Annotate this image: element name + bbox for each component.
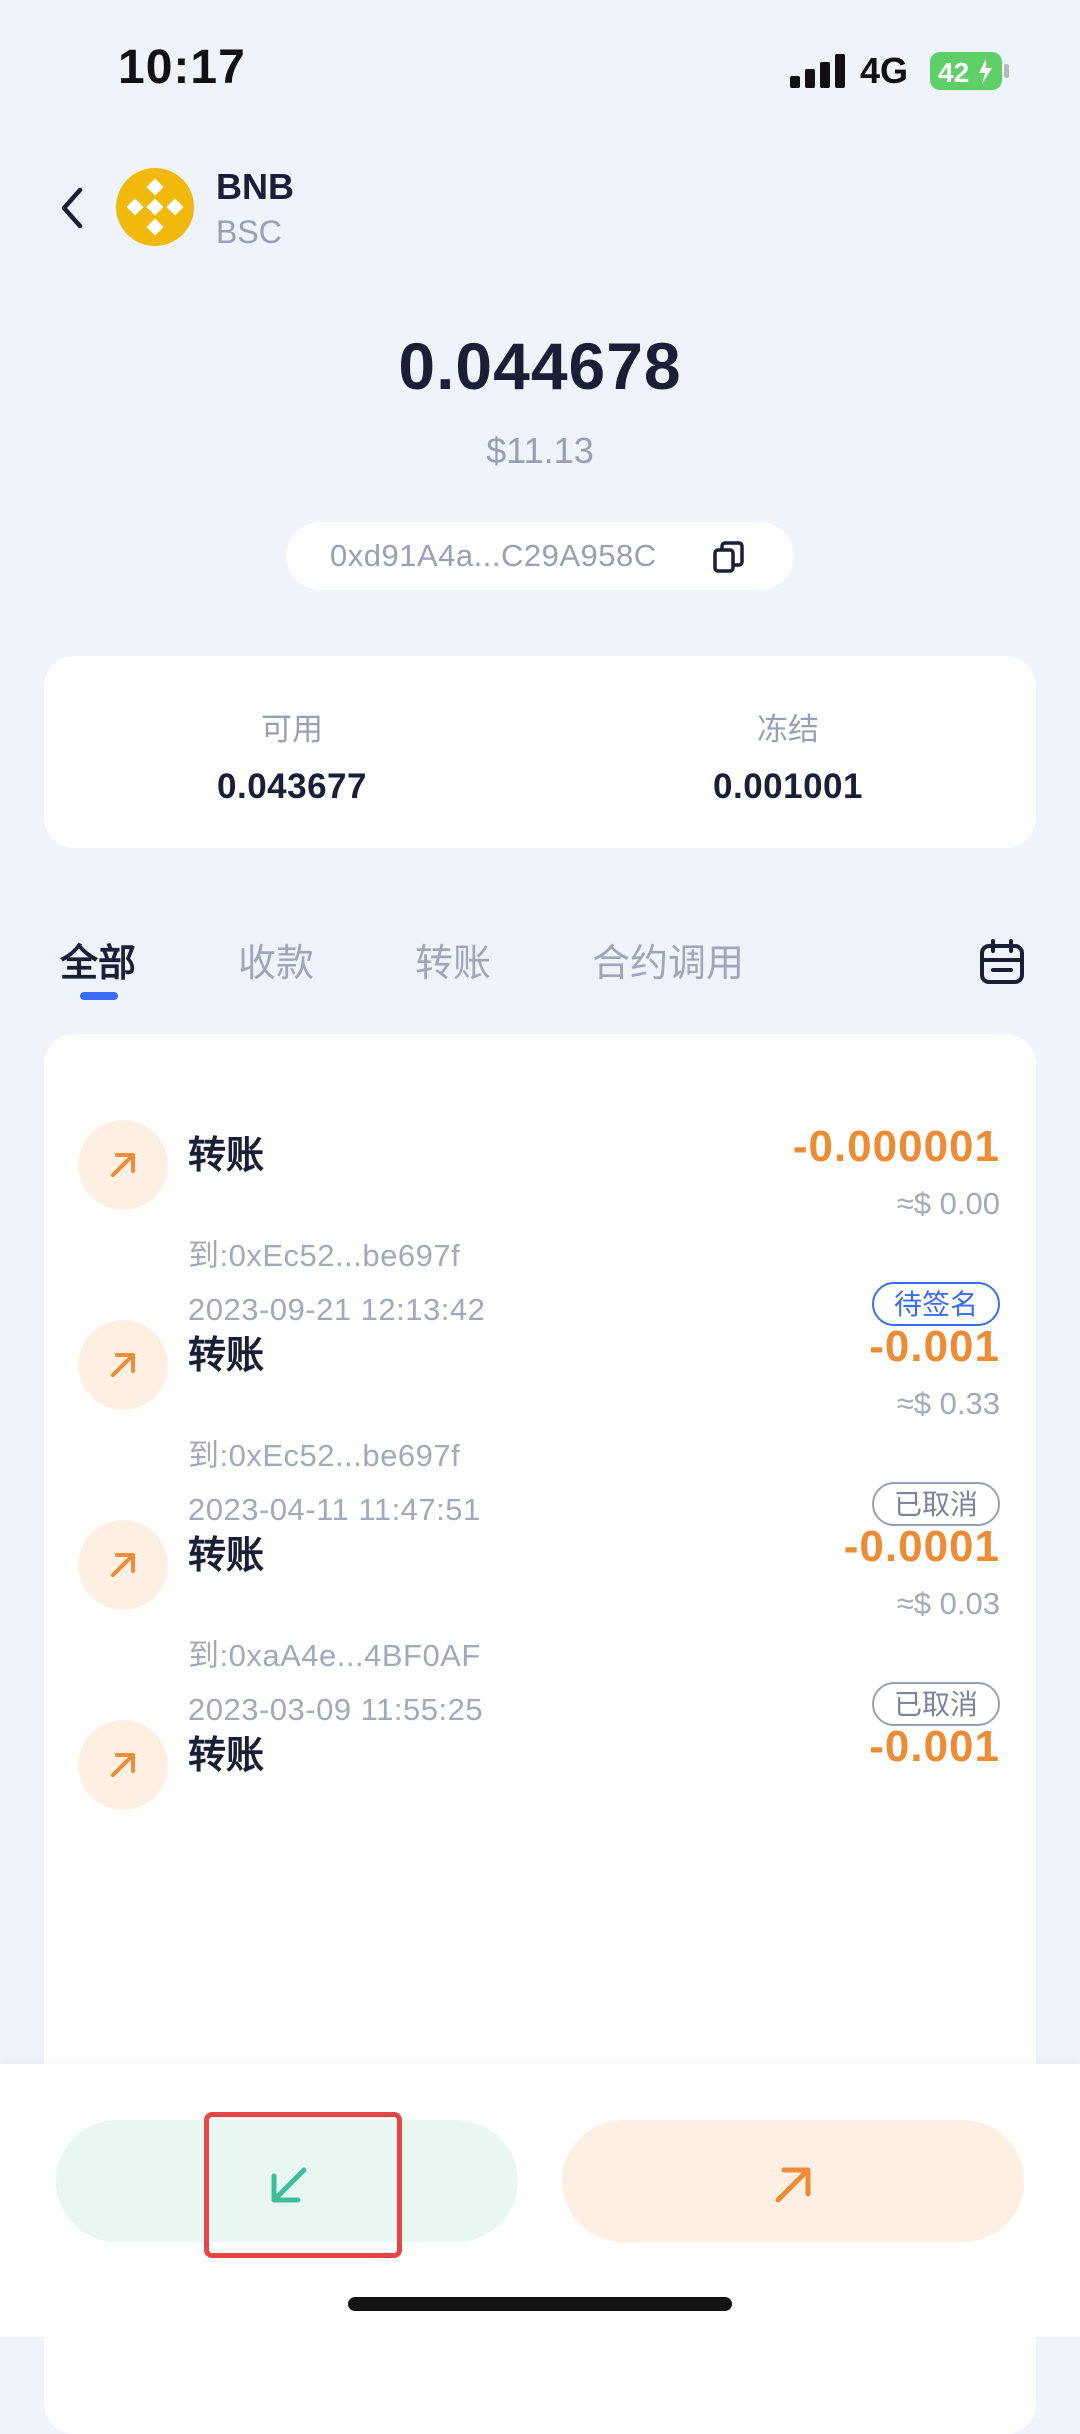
tx-usd-value: ≈$ 0.00 bbox=[896, 1186, 1000, 1221]
available-label: 可用 bbox=[261, 712, 323, 747]
address-pill[interactable]: 0xd91A4a...C29A958C bbox=[286, 522, 794, 590]
tx-usd-value: ≈$ 0.03 bbox=[896, 1586, 1000, 1621]
coin-chain: BSC bbox=[216, 214, 282, 250]
back-icon[interactable] bbox=[58, 186, 86, 230]
balance-usd-value: $11.13 bbox=[486, 430, 594, 471]
tx-type: 转账 bbox=[188, 1135, 265, 1177]
network-type: 4G bbox=[860, 50, 909, 91]
signal-icon bbox=[790, 54, 845, 88]
copy-icon[interactable] bbox=[712, 540, 746, 574]
outgoing-arrow-icon bbox=[78, 1720, 168, 1810]
outgoing-arrow-icon bbox=[78, 1520, 168, 1610]
outgoing-arrow-icon bbox=[78, 1120, 168, 1210]
battery-icon: 42 bbox=[930, 52, 1009, 90]
tx-type: 转账 bbox=[188, 1735, 265, 1777]
frozen-balance: 冻结 0.001001 bbox=[540, 704, 1036, 807]
tx-type: 转账 bbox=[188, 1335, 265, 1377]
wallet-address: 0xd91A4a...C29A958C bbox=[330, 538, 657, 573]
home-indicator bbox=[348, 2297, 732, 2311]
balance-breakdown-card: 可用 0.043677 冻结 0.001001 bbox=[44, 656, 1036, 848]
list-item[interactable]: 转账 -0.001 bbox=[44, 1634, 1036, 1932]
available-value: 0.043677 bbox=[217, 767, 367, 806]
tx-amount: -0.0001 bbox=[843, 1522, 1000, 1571]
available-balance: 可用 0.043677 bbox=[44, 704, 540, 807]
highlight-box bbox=[204, 2112, 402, 2258]
active-tab-indicator bbox=[80, 992, 118, 1000]
tx-usd-value: ≈$ 0.33 bbox=[896, 1386, 1000, 1421]
tab-receive[interactable]: 收款 bbox=[238, 932, 314, 987]
battery-level: 42 bbox=[938, 57, 969, 88]
tx-amount: -0.001 bbox=[869, 1722, 1000, 1771]
tx-amount: -0.001 bbox=[869, 1322, 1000, 1371]
frozen-label: 冻结 bbox=[757, 712, 819, 747]
outgoing-arrow-icon bbox=[78, 1320, 168, 1410]
tab-all[interactable]: 全部 bbox=[60, 932, 136, 987]
frozen-value: 0.001001 bbox=[713, 767, 863, 806]
bnb-logo-icon bbox=[116, 168, 194, 246]
status-time: 10:17 bbox=[118, 41, 246, 94]
tx-type: 转账 bbox=[188, 1535, 265, 1577]
tab-contract-call[interactable]: 合约调用 bbox=[592, 932, 744, 987]
tx-amount: -0.000001 bbox=[792, 1122, 1000, 1171]
total-balance: 0.044678 bbox=[398, 329, 682, 403]
coin-name: BNB bbox=[216, 166, 294, 207]
arrow-up-right-icon[interactable] bbox=[768, 2160, 818, 2210]
tab-transfer[interactable]: 转账 bbox=[415, 932, 491, 987]
calendar-icon[interactable] bbox=[978, 938, 1026, 986]
